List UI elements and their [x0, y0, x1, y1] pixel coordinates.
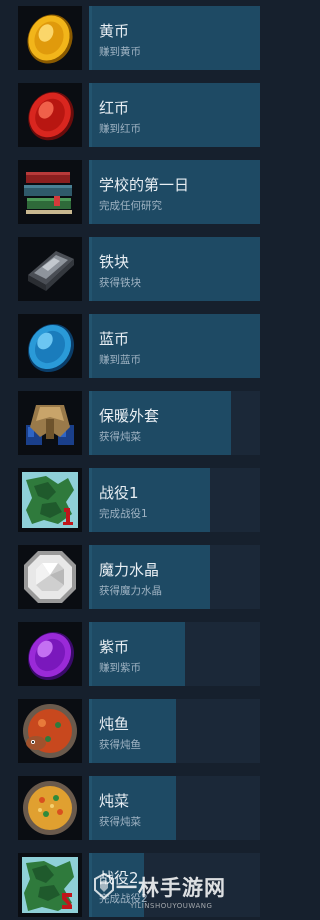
progress-bar: 紫币 赚到紫币 — [89, 622, 260, 686]
achievement-title: 铁块 — [99, 253, 130, 271]
achievement-desc: 获得炖菜 — [99, 816, 141, 828]
progress-bar: 炖菜 获得炖菜 — [89, 776, 260, 840]
campaign-map-1-icon — [18, 468, 82, 532]
achievement-title: 炖鱼 — [99, 715, 130, 733]
achievement-title: 战役1 — [99, 484, 139, 502]
achievement-row[interactable]: 炖鱼 获得炖鱼 — [0, 693, 260, 765]
achievement-title: 炖菜 — [99, 792, 130, 810]
progress-bar: 黄币 赚到黄币 — [89, 6, 260, 70]
achievement-row[interactable]: 炖菜 获得炖菜 — [0, 770, 260, 842]
achievement-desc: 赚到黄币 — [99, 46, 141, 58]
progress-bar: 学校的第一日 完成任何研究 — [89, 160, 260, 224]
purple-coin-icon — [18, 622, 82, 686]
achievement-desc: 获得铁块 — [99, 277, 141, 289]
warm-coat-icon — [18, 391, 82, 455]
achievement-title: 黄币 — [99, 22, 130, 40]
progress-bar: 红币 赚到红币 — [89, 83, 260, 147]
achievement-row[interactable]: 学校的第一日 完成任何研究 — [0, 154, 260, 226]
progress-bar: 炖鱼 获得炖鱼 — [89, 699, 260, 763]
achievement-row[interactable]: 红币 赚到红币 — [0, 77, 260, 149]
achievement-desc: 完成战役1 — [99, 508, 148, 520]
books-icon — [18, 160, 82, 224]
achievement-row[interactable]: 蓝币 赚到蓝币 — [0, 308, 260, 380]
progress-bar: 铁块 获得铁块 — [89, 237, 260, 301]
progress-bar: 保暖外套 获得炖菜 — [89, 391, 260, 455]
achievement-row[interactable]: 铁块 获得铁块 — [0, 231, 260, 303]
campaign-map-2-icon — [18, 853, 82, 917]
achievement-row[interactable]: 战役2 完成战役2 — [0, 847, 260, 919]
achievement-row[interactable]: 魔力水晶 获得魔力水晶 — [0, 539, 260, 611]
achievement-desc: 完成任何研究 — [99, 200, 162, 212]
achievement-desc: 获得炖菜 — [99, 431, 141, 443]
achievement-title: 蓝币 — [99, 330, 130, 348]
achievement-title: 紫币 — [99, 638, 130, 656]
progress-bar: 魔力水晶 获得魔力水晶 — [89, 545, 260, 609]
mana-crystal-icon — [18, 545, 82, 609]
achievement-title: 战役2 — [99, 869, 139, 887]
iron-ingot-icon — [18, 237, 82, 301]
gold-coin-icon — [18, 6, 82, 70]
progress-bar: 战役2 完成战役2 — [89, 853, 260, 917]
achievement-desc: 获得魔力水晶 — [99, 585, 162, 597]
achievement-title: 保暖外套 — [99, 407, 160, 425]
progress-bar: 战役1 完成战役1 — [89, 468, 260, 532]
achievement-row[interactable]: 紫币 赚到紫币 — [0, 616, 260, 688]
fish-stew-icon — [18, 699, 82, 763]
achievement-row[interactable]: 战役1 完成战役1 — [0, 462, 260, 534]
red-coin-icon — [18, 83, 82, 147]
achievement-title: 红币 — [99, 99, 130, 117]
achievement-title: 魔力水晶 — [99, 561, 160, 579]
achievement-desc: 赚到紫币 — [99, 662, 141, 674]
achievement-row[interactable]: 保暖外套 获得炖菜 — [0, 385, 260, 457]
achievement-desc: 赚到蓝币 — [99, 354, 141, 366]
achievement-desc: 赚到红币 — [99, 123, 141, 135]
progress-bar: 蓝币 赚到蓝币 — [89, 314, 260, 378]
achievement-title: 学校的第一日 — [99, 176, 190, 194]
achievement-desc: 完成战役2 — [99, 893, 148, 905]
achievement-row[interactable]: 黄币 赚到黄币 — [0, 0, 260, 72]
achievement-desc: 获得炖鱼 — [99, 739, 141, 751]
blue-coin-icon — [18, 314, 82, 378]
veg-stew-icon — [18, 776, 82, 840]
